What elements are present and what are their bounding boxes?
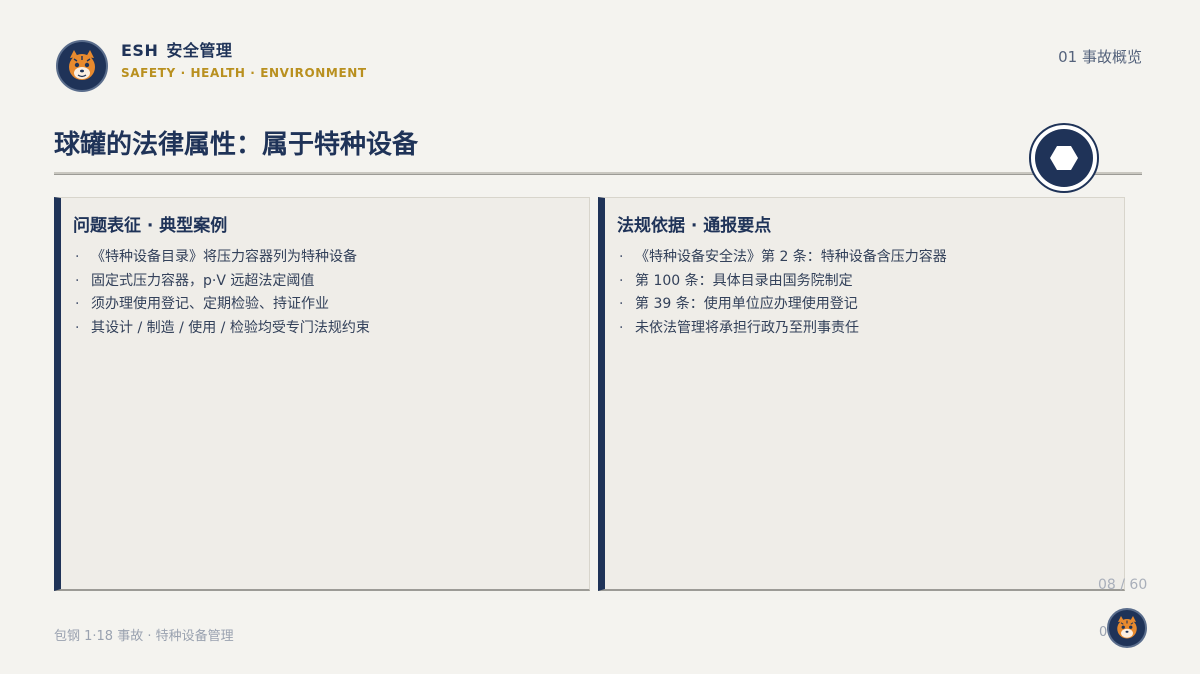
regulation-panel: 法规依据 · 通报要点 · 《特种设备安全法》第 2 条：特种设备含压力容器 · 第… — [598, 197, 1125, 591]
tiger-footer-logo-icon — [1107, 608, 1147, 648]
list-item: · 《特种设备安全法》第 2 条：特种设备含压力容器 — [619, 246, 947, 270]
tiger-logo-icon — [56, 40, 108, 92]
list-item: · 第 39 条：使用单位应办理使用登记 — [619, 293, 947, 317]
bullet-text: 《特种设备安全法》第 2 条：特种设备含压力容器 — [635, 249, 947, 265]
bullet-dot: · — [75, 249, 80, 265]
problem-panel: 问题表征 · 典型案例 · 《特种设备目录》将压力容器列为特种设备 · 固定式压力容… — [54, 197, 590, 591]
section-label: 01 事故概览 — [1058, 48, 1142, 66]
bullet-text: 未依法管理将承担行政乃至刑事责任 — [635, 319, 859, 336]
list-item: · 《特种设备目录》将压力容器列为特种设备 — [75, 246, 370, 270]
bullet-dot: · — [619, 272, 624, 289]
bullet-text: 《特种设备目录》将压力容器列为特种设备 — [91, 249, 357, 265]
page-counter: 08 / 60 — [1098, 577, 1148, 593]
hexagon-badge-inner — [1035, 129, 1093, 187]
brand-title: ESH 安全管理 — [121, 37, 232, 61]
list-item: · 其设计 / 制造 / 使用 / 检验均受专门法规约束 — [75, 317, 370, 341]
bullet-list: · 《特种设备目录》将压力容器列为特种设备 · 固定式压力容器，p·V 远超法定阈值… — [75, 246, 370, 340]
bullet-dot: · — [619, 249, 624, 265]
bullet-list: · 《特种设备安全法》第 2 条：特种设备含压力容器 · 第 100 条：具体目录由… — [619, 246, 947, 340]
page-title: 球罐的法律属性：属于特种设备 — [54, 130, 419, 160]
brand-subtitle: SAFETY · HEALTH · ENVIRONMENT — [121, 66, 367, 80]
hexagon-icon — [1050, 146, 1078, 170]
bullet-dot: · — [75, 296, 80, 312]
bullet-text: 第 100 条：具体目录由国务院制定 — [635, 272, 853, 289]
bullet-text: 固定式压力容器，p·V 远超法定阈值 — [91, 272, 315, 289]
panel-heading: 问题表征 · 典型案例 — [73, 216, 228, 236]
bullet-dot: · — [75, 319, 80, 336]
title-divider — [54, 172, 1142, 175]
list-item: · 未依法管理将承担行政乃至刑事责任 — [619, 317, 947, 341]
bullet-text: 其设计 / 制造 / 使用 / 检验均受专门法规约束 — [91, 319, 370, 336]
bullet-text: 须办理使用登记、定期检验、持证作业 — [91, 296, 329, 312]
brand-name-cn: 安全管理 — [166, 41, 233, 60]
bullet-dot: · — [75, 272, 80, 289]
bullet-text: 第 39 条：使用单位应办理使用登记 — [635, 296, 858, 312]
hexagon-badge — [1029, 123, 1099, 193]
footer-text: 包钢 1·18 事故 · 特种设备管理 — [54, 629, 234, 644]
list-item: · 固定式压力容器，p·V 远超法定阈值 — [75, 270, 370, 294]
brand-name: ESH — [121, 41, 159, 60]
list-item: · 第 100 条：具体目录由国务院制定 — [619, 270, 947, 294]
bullet-dot: · — [619, 296, 624, 312]
list-item: · 须办理使用登记、定期检验、持证作业 — [75, 293, 370, 317]
bullet-dot: · — [619, 319, 624, 336]
panel-heading: 法规依据 · 通报要点 — [617, 216, 772, 236]
